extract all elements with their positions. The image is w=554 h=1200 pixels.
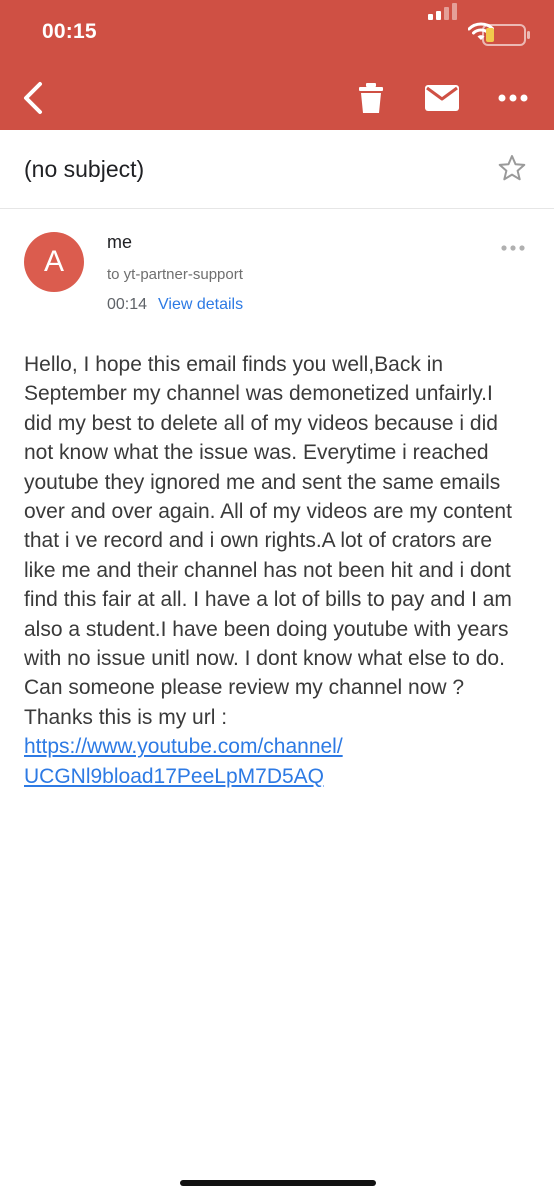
channel-link-part-2: UCGNl9bload17PeeLpM7D5AQ	[24, 764, 324, 788]
recipient-line: to yt-partner-support	[107, 266, 243, 283]
more-horizontal-icon	[501, 245, 525, 251]
battery-icon	[482, 24, 532, 46]
message-more-button[interactable]	[500, 240, 526, 256]
mail-icon	[425, 85, 459, 111]
signal-icon	[428, 2, 458, 20]
sender-name: me	[107, 232, 133, 252]
sent-time: 00:14	[107, 296, 148, 313]
mark-unread-button[interactable]	[424, 84, 460, 112]
sender-avatar[interactable]: A	[24, 232, 84, 292]
back-button[interactable]	[18, 78, 52, 118]
home-indicator[interactable]	[180, 1180, 376, 1186]
email-body-text: Hello, I hope this email finds you well,…	[24, 353, 512, 729]
subject-row: (no subject)	[0, 130, 554, 209]
star-outline-icon	[498, 155, 526, 181]
star-button[interactable]	[498, 154, 526, 182]
email-subject: (no subject)	[24, 156, 145, 182]
channel-link-part-1: https://www.youtube.com/channel/	[24, 735, 343, 759]
channel-link[interactable]: https://www.youtube.com/channel/UCGNl9bl…	[24, 735, 343, 787]
more-options-button[interactable]	[496, 86, 530, 110]
delete-button[interactable]	[356, 82, 386, 114]
back-arrow-icon	[24, 82, 42, 114]
status-time: 00:15	[42, 20, 97, 43]
more-horizontal-icon	[498, 94, 528, 102]
app-toolbar: 00:15	[0, 0, 554, 130]
trash-icon	[359, 83, 383, 113]
view-details-link[interactable]: View details	[158, 296, 243, 314]
email-body: Hello, I hope this email finds you well,…	[24, 350, 524, 791]
